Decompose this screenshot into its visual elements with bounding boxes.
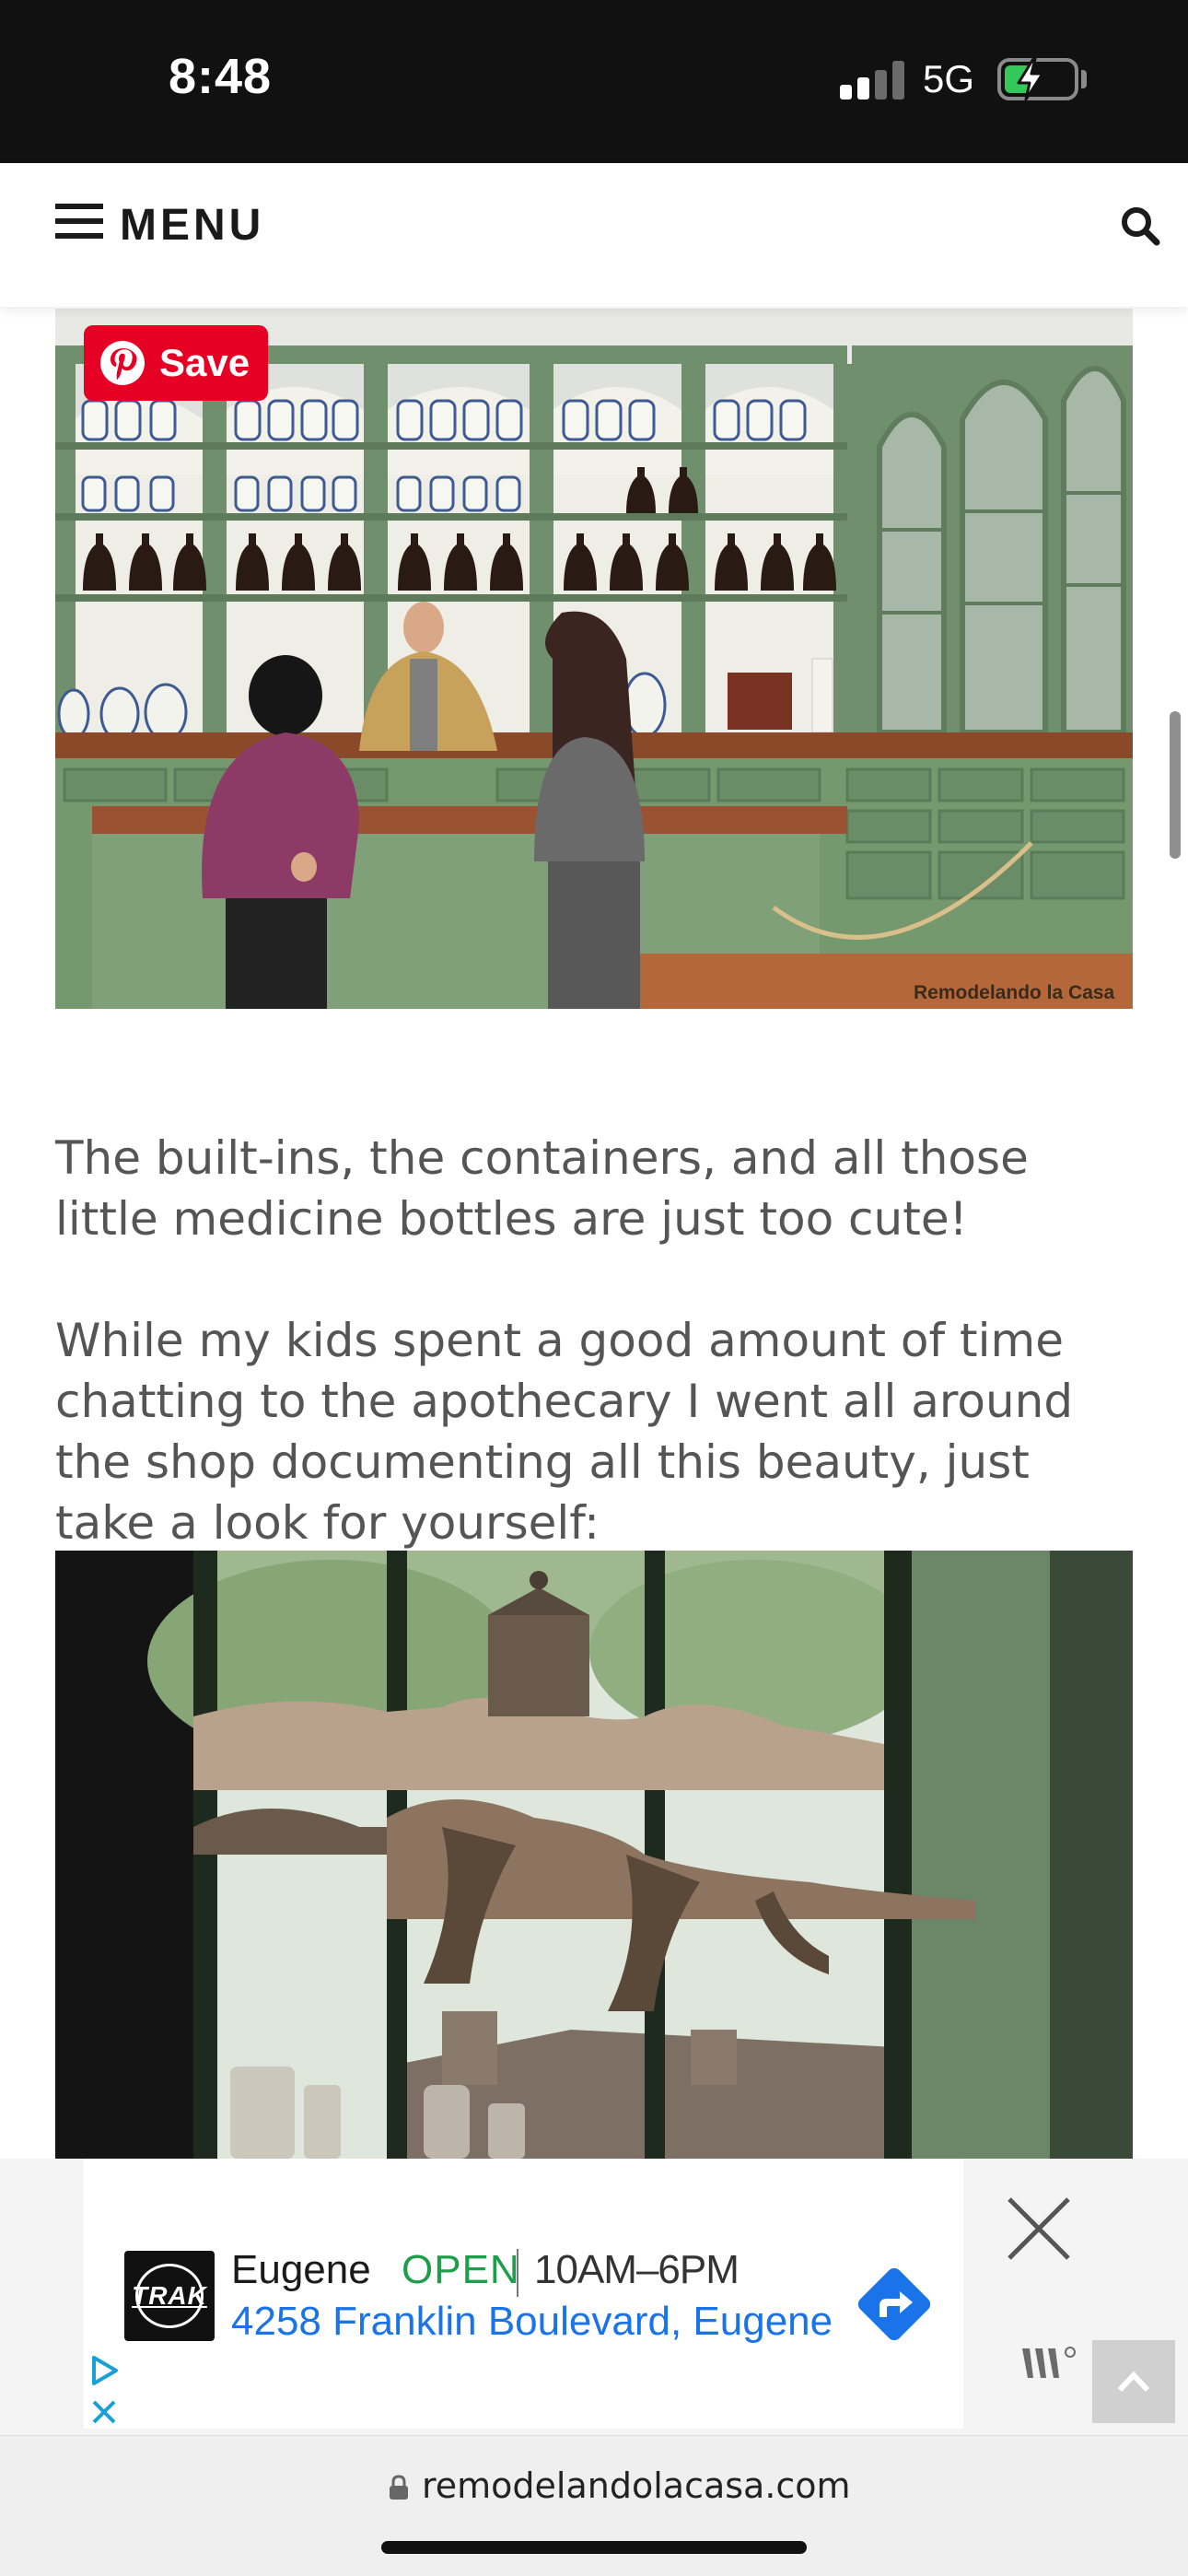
photo-watermark: Remodelando la Casa bbox=[914, 982, 1115, 1003]
search-icon[interactable] bbox=[1118, 204, 1162, 248]
home-indicator[interactable] bbox=[381, 2541, 807, 2554]
site-header: MENU bbox=[0, 163, 1188, 307]
ad-address-link[interactable]: 4258 Franklin Boulevard, Eugene bbox=[231, 2299, 833, 2345]
article-paragraph: The built-ins, the containers, and all t… bbox=[55, 1131, 1029, 1246]
status-bar: 8:48 5G bbox=[0, 0, 1188, 163]
ad-title: Eugene bbox=[231, 2247, 371, 2292]
ad-open-status: OPEN bbox=[402, 2247, 520, 2292]
url-text[interactable]: remodelandolacasa.com bbox=[422, 2465, 851, 2506]
signal-bar bbox=[840, 85, 852, 100]
pinterest-icon bbox=[100, 341, 145, 385]
close-icon[interactable] bbox=[1004, 2194, 1074, 2264]
apothecary-illustration bbox=[55, 309, 1133, 1009]
directions-arrow-icon[interactable] bbox=[856, 2266, 933, 2343]
pinterest-save-label: Save bbox=[159, 341, 250, 384]
menu-button[interactable]: MENU bbox=[120, 200, 264, 251]
battery-tip bbox=[1081, 70, 1087, 88]
ad-dismiss-icon[interactable] bbox=[88, 2396, 120, 2428]
pinterest-save-button[interactable]: Save bbox=[84, 325, 268, 401]
ad-card[interactable]: TRAK Eugene OPEN 10AM–6PM 4258 Franklin … bbox=[84, 2159, 963, 2429]
lock-icon bbox=[390, 2475, 408, 2500]
status-time: 8:48 bbox=[169, 49, 273, 104]
ad-banner: TRAK Eugene OPEN 10AM–6PM 4258 Franklin … bbox=[0, 2159, 1188, 2435]
charging-bolt-icon bbox=[1017, 57, 1044, 101]
ad-logo: TRAK bbox=[124, 2251, 215, 2341]
scroll-to-top-button[interactable] bbox=[1092, 2340, 1175, 2423]
ad-network-logo-icon bbox=[1022, 2347, 1076, 2378]
ad-hours: 10AM–6PM bbox=[534, 2247, 740, 2292]
ad-divider bbox=[517, 2249, 518, 2297]
signal-bar bbox=[892, 61, 904, 100]
page-scrollbar[interactable] bbox=[1170, 711, 1181, 859]
signal-bar bbox=[875, 70, 887, 100]
apothecary-photo[interactable] bbox=[55, 309, 1133, 1009]
hamburger-icon[interactable] bbox=[55, 204, 103, 240]
network-type: 5G bbox=[923, 57, 975, 100]
chevron-up-icon bbox=[1117, 2371, 1150, 2393]
article-paragraph: While my kids spent a good amount of tim… bbox=[55, 1314, 1074, 1550]
window-shelf-photo[interactable] bbox=[55, 1551, 1133, 2159]
signal-bar bbox=[857, 77, 869, 100]
browser-url-bar[interactable]: remodelandolacasa.com bbox=[0, 2435, 1188, 2576]
window-shelf-illustration bbox=[55, 1551, 1133, 2159]
signal-strength-icon bbox=[840, 61, 904, 100]
adchoices-play-icon[interactable] bbox=[88, 2354, 122, 2387]
